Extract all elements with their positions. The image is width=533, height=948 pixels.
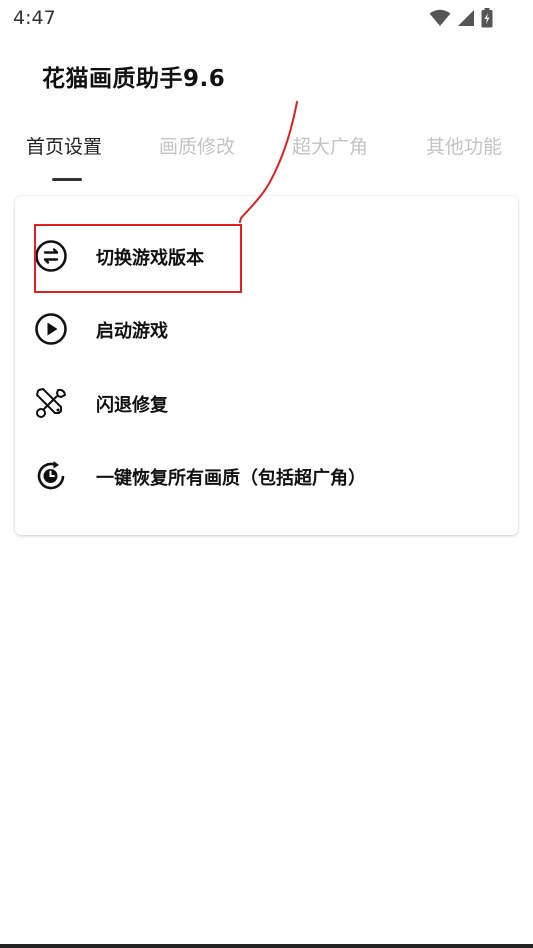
crash-fix-label: 闪退修复 — [96, 395, 168, 416]
tab-home-settings[interactable]: 首页设置 — [26, 132, 102, 159]
tab-other-functions[interactable]: 其他功能 — [426, 132, 502, 159]
launch-game-item[interactable]: 启动游戏 — [15, 300, 518, 358]
switch-game-version-label: 切换游戏版本 — [96, 248, 204, 269]
tab-bar: 首页设置 画质修改 超大广角 其他功能 — [0, 122, 533, 182]
tab-quality-modify[interactable]: 画质修改 — [159, 132, 235, 159]
crash-fix-item[interactable]: 闪退修复 — [15, 374, 518, 432]
tools-icon — [34, 386, 68, 420]
swap-icon — [34, 239, 68, 273]
launch-game-label: 启动游戏 — [96, 321, 168, 342]
app-title: 花猫画质助手9.6 — [42, 66, 226, 92]
menu-card: 切换游戏版本 启动游戏 闪退修复 一键恢复所有画质（包括超广角） — [15, 196, 518, 535]
active-tab-indicator — [52, 178, 82, 181]
restore-all-quality-item[interactable]: 一键恢复所有画质（包括超广角） — [15, 447, 518, 505]
wifi-icon — [429, 9, 451, 27]
tab-ultra-wide[interactable]: 超大广角 — [292, 132, 368, 159]
restore-all-quality-label: 一键恢复所有画质（包括超广角） — [96, 468, 366, 489]
play-icon — [34, 312, 68, 346]
switch-game-version-item[interactable]: 切换游戏版本 — [15, 227, 518, 285]
battery-icon — [481, 8, 493, 28]
status-icons — [429, 7, 493, 29]
screen: 4:47 花猫画质助手9.6 首页设置 画质修改 超大广角 其他功能 切换游戏版… — [0, 0, 533, 948]
status-time: 4:47 — [13, 7, 56, 29]
navigation-bar — [0, 944, 533, 948]
restore-icon — [34, 459, 68, 493]
status-bar: 4:47 — [0, 0, 533, 36]
signal-icon — [457, 9, 475, 27]
